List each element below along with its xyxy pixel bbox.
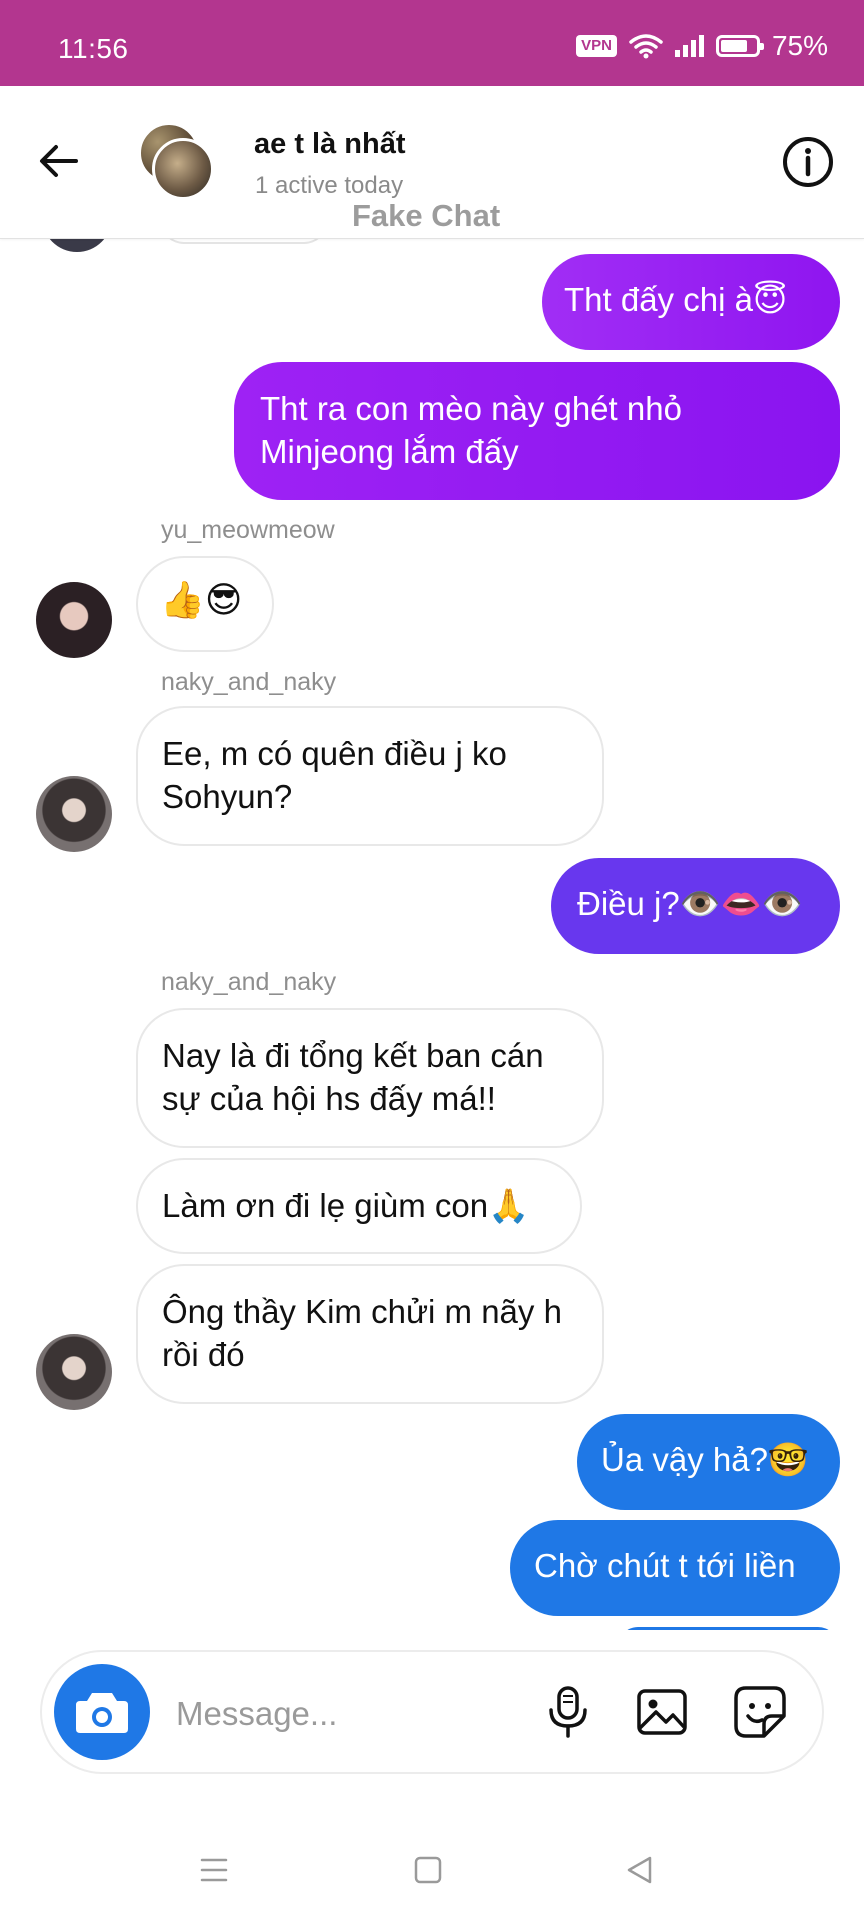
- message-input[interactable]: [174, 1688, 498, 1740]
- avatar[interactable]: [36, 776, 112, 852]
- avatar[interactable]: [36, 1334, 112, 1410]
- microphone-icon[interactable]: [538, 1682, 598, 1742]
- sender-name: naky_and_naky: [161, 968, 337, 996]
- battery-fill: [720, 40, 747, 52]
- message-bubble[interactable]: Ủa vậy hả?🤓: [577, 1414, 840, 1510]
- chat-header: ae t là nhất 1 active today Fake Chat: [0, 86, 864, 239]
- navigation-bar: [0, 1820, 864, 1920]
- watermark: Fake Chat: [352, 198, 501, 233]
- status-bar: 11:56 VPN 75%: [0, 0, 864, 86]
- avatar: [152, 138, 214, 200]
- wifi-icon: [629, 34, 663, 59]
- message-bubble[interactable]: Ee, m có quên điều j ko Sohyun?: [136, 706, 604, 846]
- group-avatar[interactable]: [138, 122, 218, 202]
- camera-icon: [76, 1693, 128, 1733]
- active-status: 1 active today: [255, 172, 404, 199]
- status-icons: VPN 75%: [576, 30, 828, 62]
- back-icon[interactable]: [620, 1850, 660, 1890]
- chat-title[interactable]: ae t là nhất: [254, 128, 406, 161]
- home-icon[interactable]: [408, 1850, 448, 1890]
- message-bubble[interactable]: 👍😎: [136, 556, 274, 652]
- avatar[interactable]: [36, 582, 112, 658]
- message-composer: [40, 1650, 824, 1774]
- message-bubble: [618, 1627, 838, 1630]
- image-icon[interactable]: [632, 1682, 692, 1742]
- message-bubble[interactable]: Ông thầy Kim chửi m nãy h rồi đó: [136, 1264, 604, 1404]
- message-bubble[interactable]: Tht đấy chị à😇: [542, 254, 840, 350]
- message-bubble[interactable]: Tht ra con mèo này ghét nhỏ Minjeong lắm…: [234, 362, 840, 500]
- message-bubble[interactable]: Làm ơn đi lẹ giùm con🙏: [136, 1158, 582, 1254]
- battery-percent: 75%: [771, 30, 828, 61]
- message-bubble[interactable]: Nay là đi tổng kết ban cán sự của hội hs…: [136, 1008, 604, 1148]
- avatar: [42, 238, 112, 252]
- arrow-left-icon[interactable]: [34, 136, 84, 186]
- battery-icon: [715, 35, 764, 57]
- message-bubble[interactable]: Điều j?👁️👄👁️: [551, 858, 840, 954]
- sticker-icon[interactable]: [730, 1682, 790, 1742]
- menu-icon[interactable]: [194, 1850, 234, 1890]
- vpn-badge: VPN: [576, 35, 617, 57]
- message-bubble[interactable]: Chờ chút t tới liền: [510, 1520, 840, 1616]
- signal-icon: [674, 35, 704, 57]
- status-time: 11:56: [58, 33, 129, 64]
- sender-name: naky_and_naky: [161, 668, 337, 696]
- message-list[interactable]: Tht đấy chị à😇 Tht ra con mèo này ghét n…: [0, 238, 864, 1630]
- info-icon[interactable]: [780, 134, 836, 190]
- camera-button[interactable]: [54, 1664, 150, 1760]
- sender-name: yu_meowmeow: [161, 516, 335, 544]
